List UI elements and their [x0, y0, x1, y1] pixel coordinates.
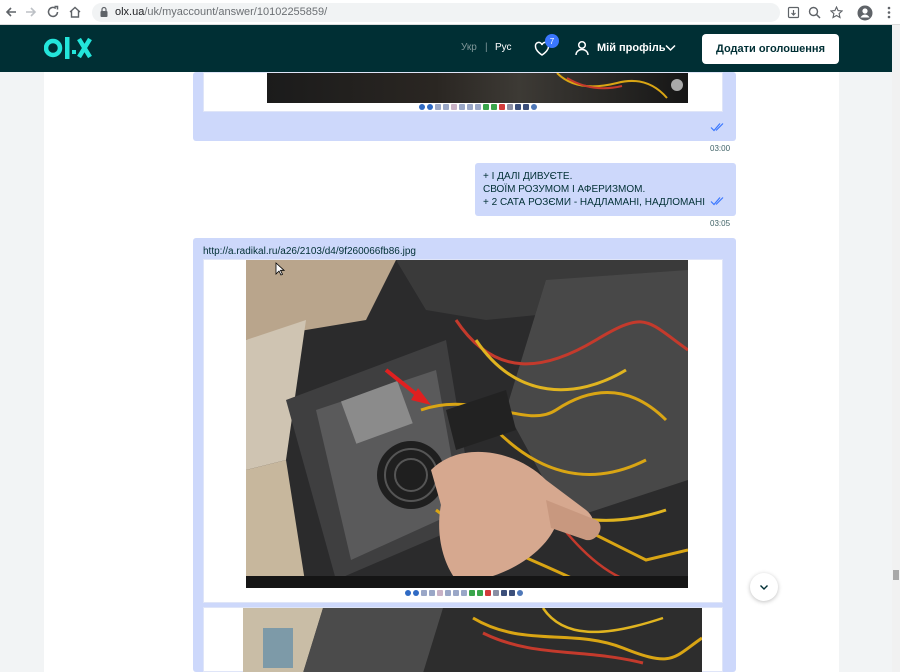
toolbar-btn-icon[interactable] — [483, 104, 489, 110]
message-time: 03:05 — [710, 219, 731, 228]
language-separator: | — [485, 42, 488, 53]
toolbar-btn-icon[interactable] — [507, 104, 513, 110]
read-double-check-icon — [710, 123, 724, 132]
lock-icon — [100, 6, 108, 17]
toolbar-btn-icon[interactable] — [477, 590, 483, 596]
toolbar-btn-icon[interactable] — [493, 590, 499, 596]
toolbar-btn-icon[interactable] — [435, 104, 441, 110]
toolbar-btn-icon[interactable] — [491, 104, 497, 110]
message-text: + І ДАЛІ ДИВУЄТЕ. СВОЇМ РОЗУМОМ І АФЕРИЗ… — [483, 171, 706, 208]
language-ukr[interactable]: Укр — [461, 42, 477, 53]
home-icon[interactable] — [66, 3, 84, 21]
my-profile-link[interactable]: Мій профіль — [597, 42, 666, 54]
toolbar-btn-icon[interactable] — [443, 104, 449, 110]
toolbar-btn-icon[interactable] — [499, 104, 505, 110]
mouse-cursor-icon — [275, 262, 285, 276]
toolbar-btn-icon[interactable] — [405, 590, 411, 596]
toolbar-btn-icon[interactable] — [453, 590, 459, 596]
add-listing-button[interactable]: Додати оголошення — [702, 34, 839, 64]
scrollbar-thumb[interactable] — [893, 570, 899, 580]
bookmark-star-icon[interactable] — [828, 4, 845, 21]
read-double-check-icon — [710, 197, 724, 206]
toolbar-btn-icon[interactable] — [485, 590, 491, 596]
browser-toolbar: olx.ua/uk/myaccount/answer/10102255859/ — [0, 0, 900, 25]
olx-logo[interactable] — [44, 36, 94, 60]
chevron-down-icon[interactable] — [665, 42, 676, 53]
page-scrollbar[interactable] — [892, 25, 900, 672]
toolbar-btn-icon[interactable] — [469, 590, 475, 596]
chat-area: 03:00 + І ДАЛІ ДИВУЄТЕ. СВОЇМ РОЗУМОМ І … — [44, 72, 839, 672]
message-bubble-text: + І ДАЛІ ДИВУЄТЕ. СВОЇМ РОЗУМОМ І АФЕРИЗ… — [475, 163, 736, 216]
toolbar-btn-icon[interactable] — [445, 590, 451, 596]
toolbar-btn-icon[interactable] — [451, 104, 457, 110]
message-bubble-image — [193, 72, 736, 141]
toolbar-btn-icon[interactable] — [517, 590, 523, 596]
toolbar-btn-icon[interactable] — [523, 104, 529, 110]
image-toolbar[interactable] — [405, 590, 523, 596]
toolbar-btn-icon[interactable] — [437, 590, 443, 596]
install-icon[interactable] — [785, 4, 802, 21]
toolbar-btn-icon[interactable] — [419, 104, 425, 110]
account-avatar-icon[interactable] — [856, 4, 873, 21]
scroll-to-bottom-button[interactable] — [750, 573, 778, 601]
toolbar-btn-icon[interactable] — [413, 590, 419, 596]
forward-icon[interactable] — [22, 3, 40, 21]
image-frame — [203, 607, 723, 672]
image-frame — [203, 259, 723, 603]
toolbar-btn-icon[interactable] — [429, 590, 435, 596]
toolbar-btn-icon[interactable] — [461, 590, 467, 596]
chevron-down-icon — [760, 585, 768, 590]
toolbar-btn-icon[interactable] — [475, 104, 481, 110]
image-link[interactable]: http://a.radikal.ru/a26/2103/d4/9f260066… — [203, 246, 416, 257]
toolbar-btn-icon[interactable] — [421, 590, 427, 596]
back-icon[interactable] — [2, 3, 20, 21]
zoom-icon[interactable] — [806, 4, 823, 21]
toolbar-btn-icon[interactable] — [531, 104, 537, 110]
url-text: olx.ua/uk/myaccount/answer/10102255859/ — [115, 6, 328, 18]
address-bar[interactable]: olx.ua/uk/myaccount/answer/10102255859/ — [92, 3, 780, 22]
image-toolbar[interactable] — [419, 104, 537, 110]
user-icon[interactable] — [575, 40, 589, 56]
menu-dots-icon[interactable] — [880, 4, 897, 21]
toolbar-btn-icon[interactable] — [501, 590, 507, 596]
reload-icon[interactable] — [44, 3, 62, 21]
toolbar-btn-icon[interactable] — [515, 104, 521, 110]
message-bubble-link-image: http://a.radikal.ru/a26/2103/d4/9f260066… — [193, 238, 736, 672]
site-header: Укр | Рус 7 Мій профіль Додати оголошенн… — [0, 25, 892, 72]
attached-photo[interactable] — [243, 608, 702, 672]
toolbar-btn-icon[interactable] — [467, 104, 473, 110]
toolbar-btn-icon[interactable] — [509, 590, 515, 596]
attached-photo[interactable] — [267, 73, 688, 103]
attached-photo[interactable] — [246, 260, 688, 588]
message-time: 03:00 — [710, 144, 731, 153]
toolbar-btn-icon[interactable] — [427, 104, 433, 110]
toolbar-btn-icon[interactable] — [459, 104, 465, 110]
language-rus[interactable]: Рус — [495, 42, 512, 53]
favorites-count-badge: 7 — [545, 34, 559, 48]
